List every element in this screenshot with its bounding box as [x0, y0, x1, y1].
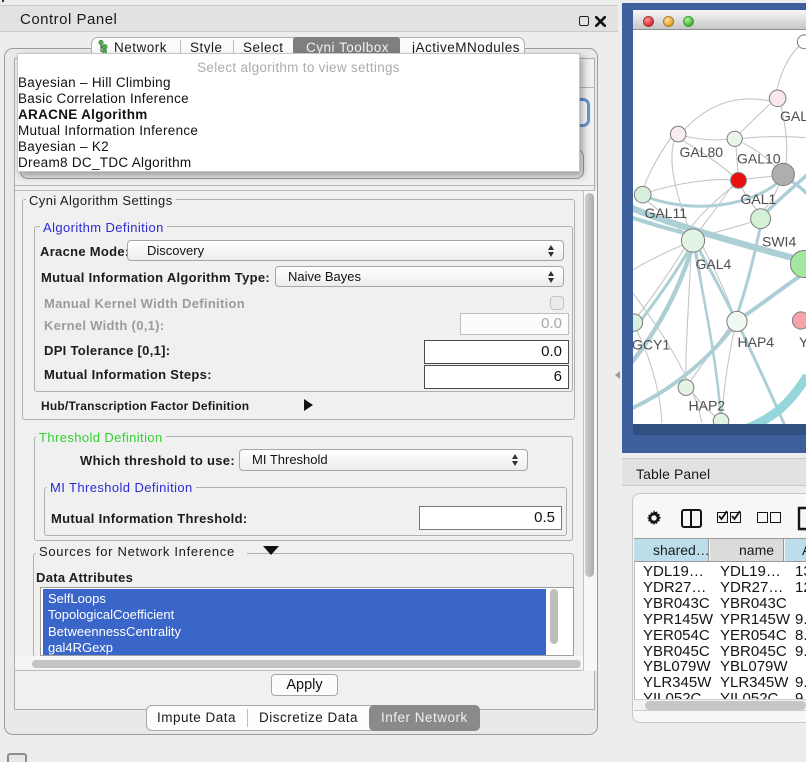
svg-text:GCY1: GCY1 [633, 337, 670, 353]
svg-text:GAL1: GAL1 [741, 191, 777, 207]
svg-text:GAL4: GAL4 [696, 256, 732, 272]
svg-text:GAL: GAL [780, 108, 806, 124]
svg-text:HAP4: HAP4 [738, 334, 775, 350]
svg-text:Y: Y [799, 334, 806, 350]
svg-text:GAL11: GAL11 [645, 205, 688, 221]
svg-text:GAL10: GAL10 [737, 151, 781, 167]
svg-text:HAP2: HAP2 [689, 398, 726, 414]
svg-text:SWI4: SWI4 [762, 234, 796, 250]
svg-text:GAL80: GAL80 [680, 144, 724, 160]
